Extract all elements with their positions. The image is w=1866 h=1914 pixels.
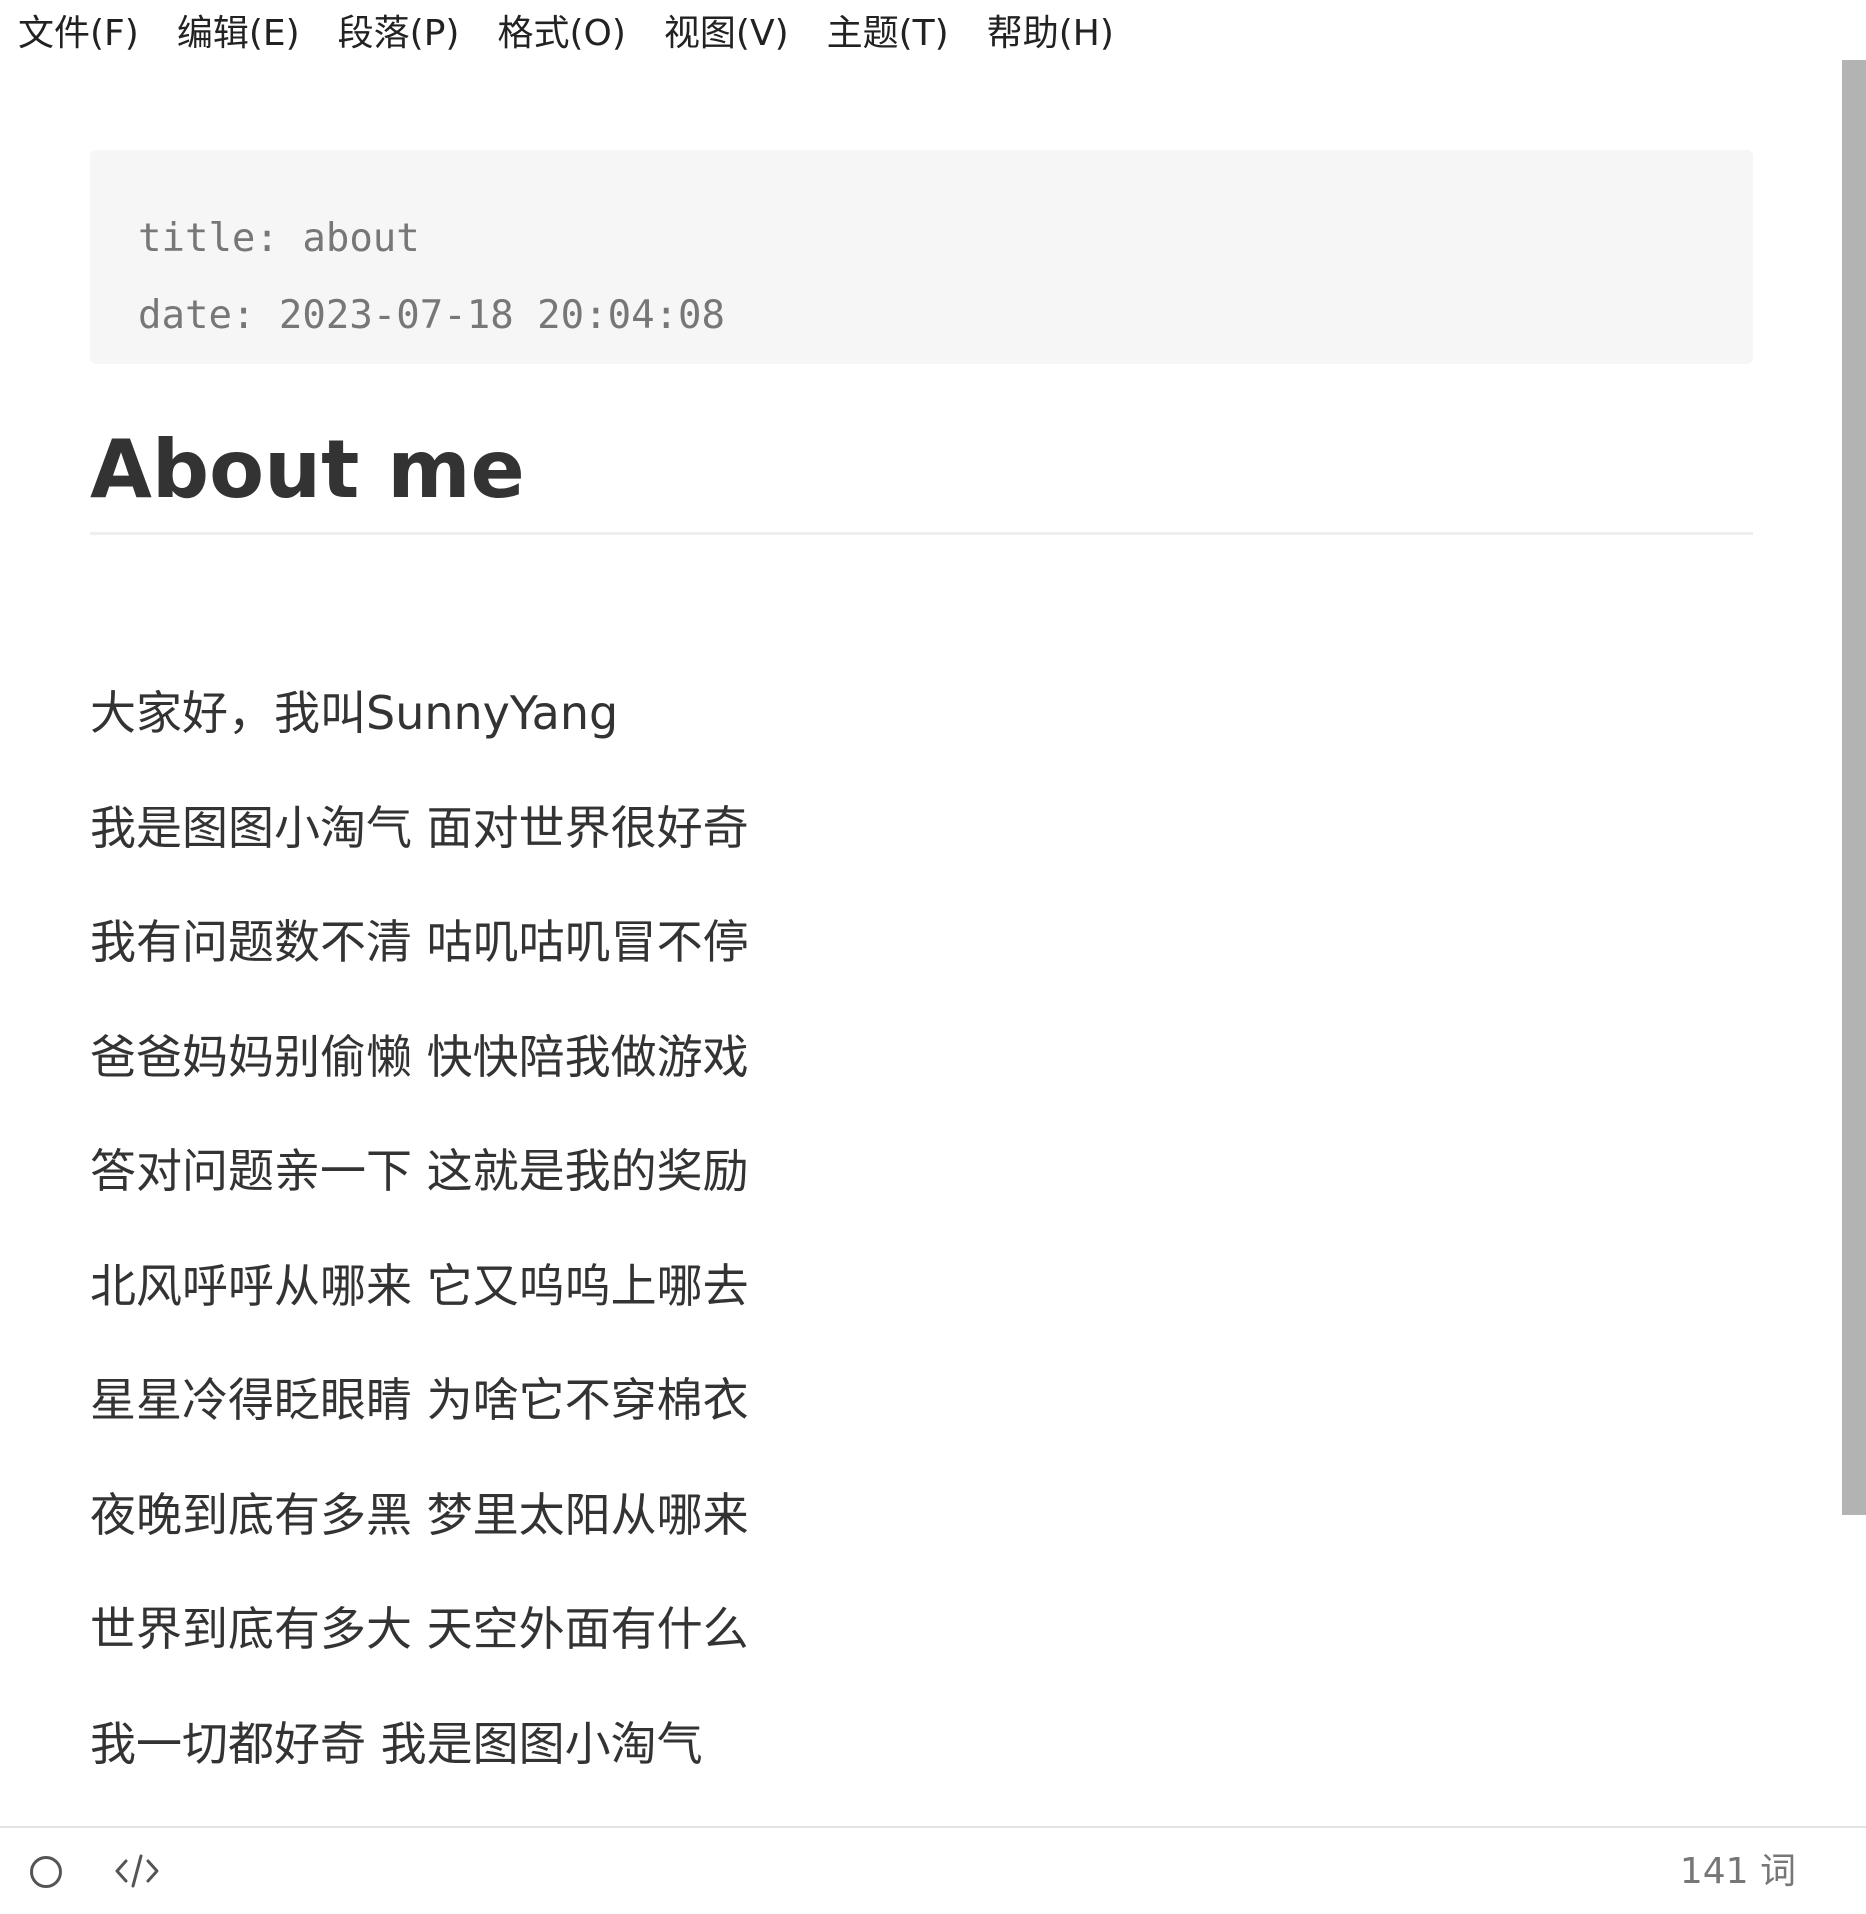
page-title[interactable]: About me bbox=[90, 420, 1753, 535]
paragraph[interactable]: 星星冷得眨眼睛 为啥它不穿棉衣 bbox=[90, 1372, 1753, 1428]
paragraph[interactable]: 大家好，我叫SunnyYang bbox=[90, 685, 1753, 741]
paragraph[interactable]: 爸爸妈妈别偷懒 快快陪我做游戏 bbox=[90, 1029, 1753, 1085]
paragraph[interactable]: 我是图图小淘气 面对世界很好奇 bbox=[90, 800, 1753, 856]
paragraph[interactable]: 北风呼呼从哪来 它又呜呜上哪去 bbox=[90, 1258, 1753, 1314]
paragraph[interactable]: 我有问题数不清 咕叽咕叽冒不停 bbox=[90, 914, 1753, 970]
status-bar: 141 词 bbox=[0, 1826, 1866, 1914]
code-icon-glyph bbox=[115, 1854, 159, 1888]
menu-file[interactable]: 文件(F) bbox=[18, 0, 139, 68]
front-matter-date-line: date: 2023-07-18 20:04:08 bbox=[138, 293, 725, 338]
front-matter-title-line: title: about bbox=[138, 216, 420, 261]
menu-bar: 文件(F) 编辑(E) 段落(P) 格式(O) 视图(V) 主题(T) 帮助(H… bbox=[0, 0, 1866, 68]
menu-edit[interactable]: 编辑(E) bbox=[177, 0, 300, 68]
paragraph[interactable]: 世界到底有多大 天空外面有什么 bbox=[90, 1601, 1753, 1657]
editor-window: 文件(F) 编辑(E) 段落(P) 格式(O) 视图(V) 主题(T) 帮助(H… bbox=[0, 0, 1866, 1914]
paragraph[interactable]: 答对问题亲一下 这就是我的奖励 bbox=[90, 1143, 1753, 1199]
scrollbar-thumb[interactable] bbox=[1842, 60, 1866, 1515]
menu-paragraph[interactable]: 段落(P) bbox=[338, 0, 460, 68]
paragraph-list: 大家好，我叫SunnyYang 我是图图小淘气 面对世界很好奇 我有问题数不清 … bbox=[90, 685, 1753, 1772]
paragraph[interactable]: 夜晚到底有多黑 梦里太阳从哪来 bbox=[90, 1487, 1753, 1543]
word-count[interactable]: 141 词 bbox=[1680, 1828, 1796, 1914]
document-content[interactable]: title: about date: 2023-07-18 20:04:08 A… bbox=[90, 150, 1753, 1830]
code-icon[interactable] bbox=[112, 1846, 162, 1896]
circle-icon[interactable] bbox=[30, 1856, 62, 1888]
menu-format[interactable]: 格式(O) bbox=[497, 0, 625, 68]
menu-view[interactable]: 视图(V) bbox=[664, 0, 789, 68]
yaml-front-matter[interactable]: title: about date: 2023-07-18 20:04:08 bbox=[90, 150, 1753, 364]
menu-help[interactable]: 帮助(H) bbox=[987, 0, 1114, 68]
paragraph[interactable]: 我一切都好奇 我是图图小淘气 bbox=[90, 1716, 1753, 1772]
menu-theme[interactable]: 主题(T) bbox=[827, 0, 949, 68]
